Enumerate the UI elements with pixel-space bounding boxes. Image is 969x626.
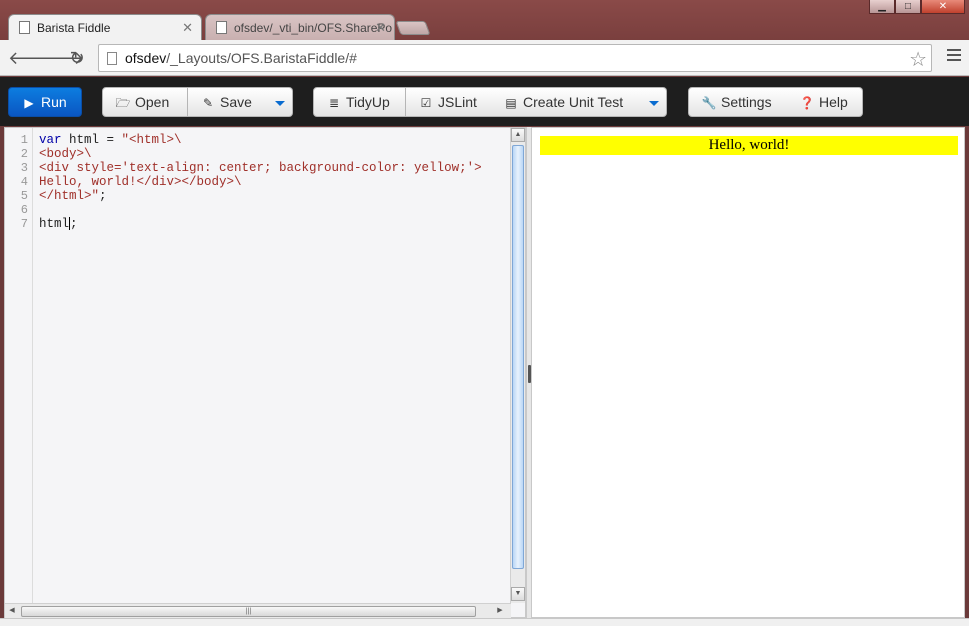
tidyup-label: TidyUp — [346, 94, 390, 110]
scroll-up-icon[interactable]: ▲ — [511, 128, 525, 142]
save-label: Save — [220, 94, 252, 110]
maximize-button[interactable]: □ — [895, 0, 921, 14]
tab-ofsdev-vti-bin[interactable]: ofsdev/_vti_bin/OFS.SharePo ✕ — [205, 14, 395, 40]
open-button[interactable]: 🗁 Open — [102, 87, 188, 117]
window-controls: ▁ □ ✕ — [869, 0, 965, 14]
code-text: html — [39, 217, 70, 231]
save-dropdown-button[interactable] — [267, 87, 293, 117]
reload-icon[interactable]: ↻ — [65, 46, 89, 70]
scrollbar-thumb[interactable]: ||| — [21, 606, 476, 617]
open-label: Open — [135, 94, 170, 110]
create-unit-test-button[interactable]: ▤ Create Unit Test — [491, 87, 642, 117]
folder-open-icon: 🗁 — [115, 96, 131, 110]
browser-navbar: 🡐 🡒 ↻ ofsdev/_Layouts/OFS.BaristaFiddle/… — [0, 40, 969, 76]
tab-barista-fiddle[interactable]: Barista Fiddle ✕ — [8, 14, 202, 40]
run-button[interactable]: ▶ Run — [8, 87, 82, 117]
chevron-down-icon — [648, 100, 659, 106]
create-unit-test-label: Create Unit Test — [523, 94, 624, 110]
close-window-button[interactable]: ✕ — [921, 0, 965, 14]
preview-output: Hello, world! — [540, 136, 958, 155]
code-string: Hello, world!</div></body>\ — [39, 175, 242, 189]
scroll-right-icon[interactable]: ▶ — [493, 604, 507, 618]
tab-title: ofsdev/_vti_bin/OFS.SharePo — [234, 21, 393, 35]
address-url[interactable]: ofsdev/_Layouts/OFS.BaristaFiddle/# — [125, 50, 357, 66]
check-icon: ☑ — [420, 96, 432, 110]
line-number: 6 — [20, 203, 28, 217]
line-number: 2 — [20, 147, 28, 161]
help-label: Help — [819, 94, 848, 110]
address-host: ofsdev — [125, 50, 167, 66]
list-icon: ▤ — [505, 96, 517, 110]
align-left-icon: ≣ — [328, 96, 340, 110]
line-number: 3 — [20, 161, 28, 175]
chevron-down-icon — [274, 100, 285, 106]
page-icon — [19, 21, 30, 34]
menu-icon[interactable] — [947, 49, 961, 63]
settings-label: Settings — [721, 94, 772, 110]
code-line[interactable]: <div style='text-align: center; backgrou… — [39, 161, 482, 175]
code-string: <div style='text-align: center; backgrou… — [39, 161, 482, 175]
code-line[interactable]: </html>"; — [39, 189, 107, 203]
scroll-left-icon[interactable]: ◀ — [5, 604, 19, 618]
forward-arrow-icon[interactable]: 🡒 — [36, 46, 84, 70]
run-label: Run — [41, 94, 67, 110]
code-editor[interactable]: 1 2 3 4 5 6 7 var html = "<html>\ <body>… — [4, 127, 526, 618]
jslint-label: JSLint — [438, 94, 477, 110]
tidyup-button[interactable]: ≣ TidyUp — [313, 87, 406, 117]
close-tab-icon[interactable]: ✕ — [375, 15, 386, 40]
code-keyword: var — [39, 133, 62, 147]
help-button[interactable]: ❓ Help — [787, 87, 863, 117]
line-number: 5 — [20, 189, 28, 203]
play-icon: ▶ — [24, 96, 34, 110]
output-preview: Hello, world! — [532, 127, 965, 618]
new-tab-button[interactable] — [395, 21, 431, 35]
app-toolbar: ▶ Run 🗁 Open ✎ Save ≣ TidyUp ☑ JSLint ▤ Create… — [0, 77, 969, 126]
line-number: 1 — [20, 133, 28, 147]
scroll-down-icon[interactable]: ▼ — [511, 587, 525, 601]
code-line[interactable]: Hello, world!</div></body>\ — [39, 175, 242, 189]
line-number: 4 — [20, 175, 28, 189]
page-icon — [216, 21, 227, 34]
code-line[interactable]: var html = "<html>\ — [39, 133, 182, 147]
edit-icon: ✎ — [202, 96, 214, 110]
editor-horizontal-scrollbar[interactable]: ◀ ||| ▶ — [5, 603, 511, 618]
save-button[interactable]: ✎ Save — [188, 87, 268, 117]
code-string: </html>" — [39, 189, 100, 203]
minimize-button[interactable]: ▁ — [869, 0, 895, 14]
back-arrow-icon[interactable]: 🡐 — [8, 46, 56, 70]
unit-test-dropdown-button[interactable] — [641, 87, 667, 117]
address-path: /_Layouts/OFS.BaristaFiddle/# — [166, 50, 357, 66]
code-line[interactable]: html; — [39, 217, 78, 231]
code-text: html = — [61, 133, 122, 147]
close-tab-icon[interactable]: ✕ — [182, 15, 193, 40]
line-number-gutter: 1 2 3 4 5 6 7 — [5, 128, 33, 603]
wrench-icon: 🔧 — [701, 96, 717, 110]
splitter-grip-icon[interactable] — [528, 365, 531, 383]
settings-button[interactable]: 🔧 Settings — [688, 87, 788, 117]
code-line[interactable]: <body>\ — [39, 147, 92, 161]
tab-title: Barista Fiddle — [37, 21, 111, 35]
line-number: 7 — [20, 217, 28, 231]
address-bar[interactable]: ofsdev/_Layouts/OFS.BaristaFiddle/# ☆ — [98, 44, 932, 72]
code-string: <body>\ — [39, 147, 92, 161]
question-circle-icon: ❓ — [799, 96, 815, 110]
scrollbar-thumb[interactable] — [512, 145, 524, 569]
page-icon — [107, 52, 117, 65]
editor-vertical-scrollbar[interactable]: ▲ ▼ — [510, 128, 525, 603]
code-text: ; — [70, 217, 78, 231]
code-text: ; — [99, 189, 107, 203]
bookmark-star-icon[interactable]: ☆ — [909, 47, 927, 72]
bottom-edge — [0, 618, 969, 626]
jslint-button[interactable]: ☑ JSLint — [406, 87, 492, 117]
code-string: "<html>\ — [121, 133, 182, 147]
